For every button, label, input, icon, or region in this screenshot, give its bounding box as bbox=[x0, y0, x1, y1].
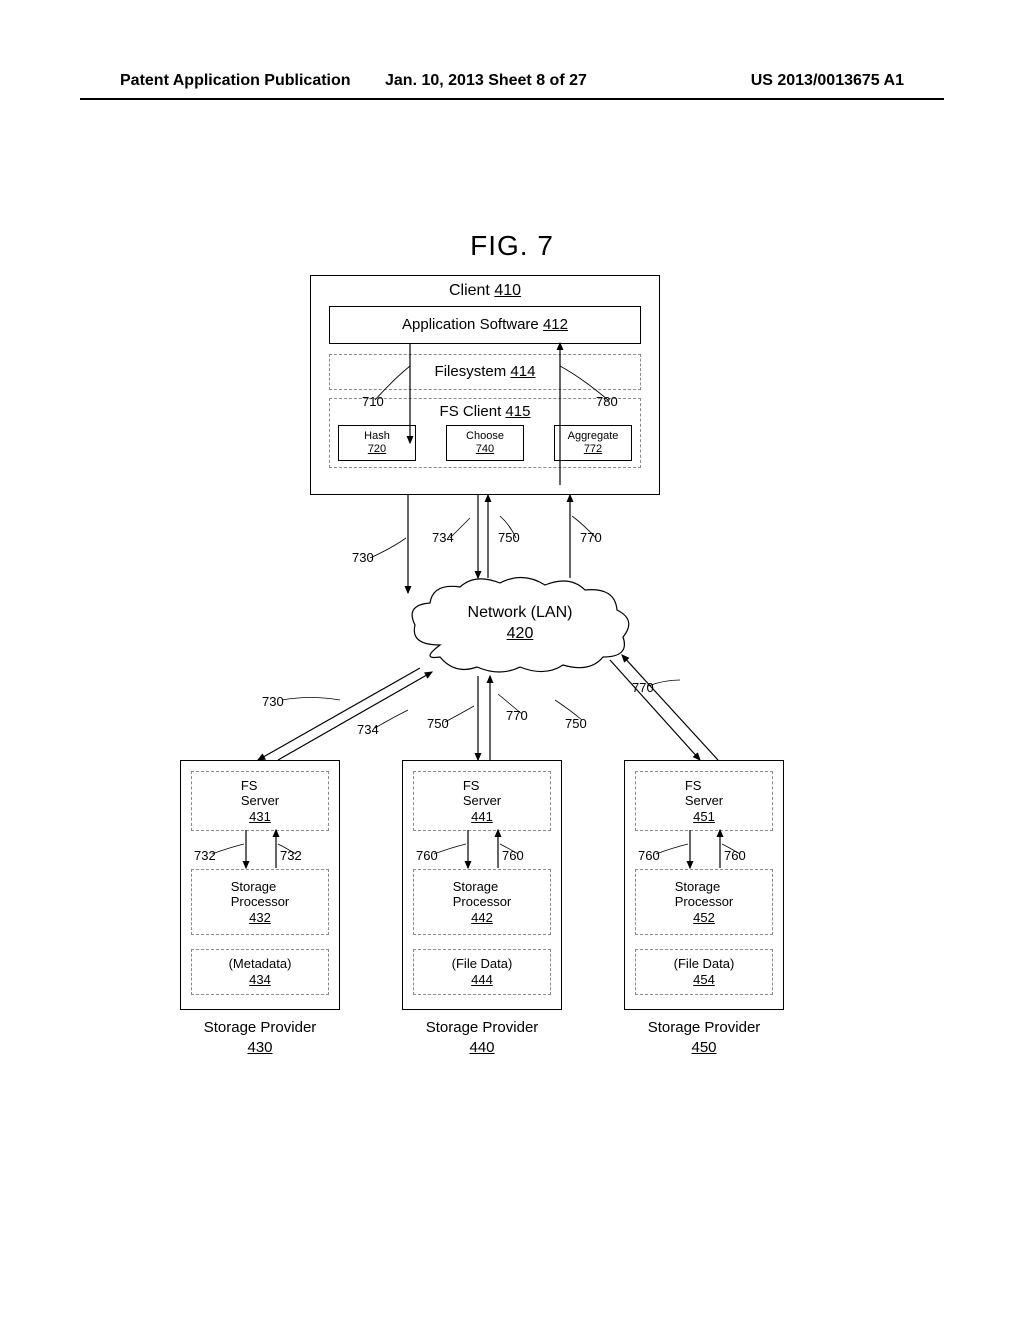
client-title-label: Client bbox=[449, 282, 490, 299]
storage-store-b-label: (File Data) bbox=[452, 956, 513, 972]
sp-box-a: FS Server 431 Storage Processor 432 (Met… bbox=[180, 760, 340, 1010]
storage-store-b: (File Data) 444 bbox=[413, 949, 551, 995]
network-ref: 420 bbox=[507, 625, 534, 642]
ref-734-mid: 734 bbox=[357, 722, 379, 737]
sp-box-c: FS Server 451 Storage Processor 452 (Fil… bbox=[624, 760, 784, 1010]
network-text: Network (LAN) bbox=[468, 604, 573, 621]
ref-732-l: 732 bbox=[194, 848, 216, 863]
sp-footer-a: Storage Provider 430 bbox=[180, 1018, 340, 1057]
client-title-ref: 410 bbox=[494, 282, 521, 299]
page: Patent Application Publication Jan. 10, … bbox=[0, 0, 1024, 1320]
hash-label: Hash bbox=[364, 430, 390, 443]
network-label: Network (LAN) 420 bbox=[405, 603, 635, 645]
storage-proc-c: Storage Processor 452 bbox=[635, 869, 773, 935]
figure-title: FIG. 7 bbox=[0, 230, 1024, 262]
fs-server-a-ref: 431 bbox=[249, 809, 271, 825]
client-box: Client 410 Application Software 412 File… bbox=[310, 275, 660, 495]
storage-store-c-label: (File Data) bbox=[674, 956, 735, 972]
fs-client-ref: 415 bbox=[505, 403, 530, 420]
storage-proc-a: Storage Processor 432 bbox=[191, 869, 329, 935]
app-software-label: Application Software bbox=[402, 316, 539, 335]
sp-footer-a-label: Storage Provider bbox=[204, 1019, 317, 1036]
ref-770-midL: 770 bbox=[506, 708, 528, 723]
header-middle: Jan. 10, 2013 Sheet 8 of 27 bbox=[385, 72, 587, 90]
fs-server-a-label: FS Server bbox=[241, 778, 279, 809]
storage-proc-b: Storage Processor 442 bbox=[413, 869, 551, 935]
filesystem-box: Filesystem 414 bbox=[329, 354, 641, 390]
choose-box: Choose 740 bbox=[446, 425, 524, 461]
storage-proc-a-ref: 432 bbox=[249, 910, 271, 926]
fs-server-c-label: FS Server bbox=[685, 778, 723, 809]
header-rule bbox=[80, 98, 944, 100]
fs-client-label: FS Client bbox=[440, 403, 502, 420]
page-header: Patent Application Publication Jan. 10, … bbox=[0, 72, 1024, 90]
ref-780: 780 bbox=[596, 394, 618, 409]
choose-ref: 740 bbox=[476, 443, 494, 456]
fs-server-a: FS Server 431 bbox=[191, 771, 329, 831]
sp-footer-c: Storage Provider 450 bbox=[624, 1018, 784, 1057]
ref-760-c-l: 760 bbox=[638, 848, 660, 863]
aggregate-box: Aggregate 772 bbox=[554, 425, 632, 461]
storage-provider-a: FS Server 431 Storage Processor 432 (Met… bbox=[180, 760, 340, 1057]
sp-footer-c-ref: 450 bbox=[691, 1039, 716, 1056]
fs-server-c-ref: 451 bbox=[693, 809, 715, 825]
fs-server-b: FS Server 441 bbox=[413, 771, 551, 831]
ref-730-mid: 730 bbox=[262, 694, 284, 709]
storage-store-a-label: (Metadata) bbox=[229, 956, 292, 972]
ref-732-r: 732 bbox=[280, 848, 302, 863]
storage-store-a: (Metadata) 434 bbox=[191, 949, 329, 995]
ref-770-top: 770 bbox=[580, 530, 602, 545]
aggregate-ref: 772 bbox=[584, 443, 602, 456]
sp-footer-a-ref: 430 bbox=[247, 1039, 272, 1056]
sp-box-b: FS Server 441 Storage Processor 442 (Fil… bbox=[402, 760, 562, 1010]
header-right: US 2013/0013675 A1 bbox=[751, 72, 904, 90]
storage-provider-c: FS Server 451 Storage Processor 452 (Fil… bbox=[624, 760, 784, 1057]
storage-store-b-ref: 444 bbox=[471, 972, 493, 988]
ref-760-c-r: 760 bbox=[724, 848, 746, 863]
storage-provider-b: FS Server 441 Storage Processor 442 (Fil… bbox=[402, 760, 562, 1057]
ref-750-top: 750 bbox=[498, 530, 520, 545]
hash-box: Hash 720 bbox=[338, 425, 416, 461]
aggregate-label: Aggregate bbox=[568, 430, 619, 443]
network-cloud: Network (LAN) 420 bbox=[405, 575, 635, 675]
fs-client-row: Hash 720 Choose 740 Aggregate 772 bbox=[338, 425, 632, 461]
app-software-ref: 412 bbox=[543, 316, 568, 335]
sp-footer-b-label: Storage Provider bbox=[426, 1019, 539, 1036]
ref-710: 710 bbox=[362, 394, 384, 409]
storage-store-c-ref: 454 bbox=[693, 972, 715, 988]
fs-server-b-label: FS Server bbox=[463, 778, 501, 809]
ref-750-midR: 750 bbox=[565, 716, 587, 731]
fs-server-c: FS Server 451 bbox=[635, 771, 773, 831]
sp-footer-c-label: Storage Provider bbox=[648, 1019, 761, 1036]
fs-server-b-ref: 441 bbox=[471, 809, 493, 825]
ref-760-b-r: 760 bbox=[502, 848, 524, 863]
storage-proc-a-label: Storage Processor bbox=[231, 879, 290, 910]
ref-730-top: 730 bbox=[352, 550, 374, 565]
storage-proc-c-ref: 452 bbox=[693, 910, 715, 926]
header-left: Patent Application Publication bbox=[120, 72, 351, 90]
choose-label: Choose bbox=[466, 430, 504, 443]
ref-770-midR: 770 bbox=[632, 680, 654, 695]
sp-footer-b: Storage Provider 440 bbox=[402, 1018, 562, 1057]
ref-750-midL: 750 bbox=[427, 716, 449, 731]
storage-store-a-ref: 434 bbox=[249, 972, 271, 988]
filesystem-ref: 414 bbox=[510, 363, 535, 382]
ref-734-top: 734 bbox=[432, 530, 454, 545]
client-title: Client 410 bbox=[311, 282, 659, 300]
app-software-box: Application Software 412 bbox=[329, 306, 641, 344]
storage-proc-c-label: Storage Processor bbox=[675, 879, 734, 910]
filesystem-label: Filesystem bbox=[435, 363, 507, 382]
storage-proc-b-label: Storage Processor bbox=[453, 879, 512, 910]
storage-proc-b-ref: 442 bbox=[471, 910, 493, 926]
storage-store-c: (File Data) 454 bbox=[635, 949, 773, 995]
ref-760-b-l: 760 bbox=[416, 848, 438, 863]
sp-footer-b-ref: 440 bbox=[469, 1039, 494, 1056]
hash-ref: 720 bbox=[368, 443, 386, 456]
